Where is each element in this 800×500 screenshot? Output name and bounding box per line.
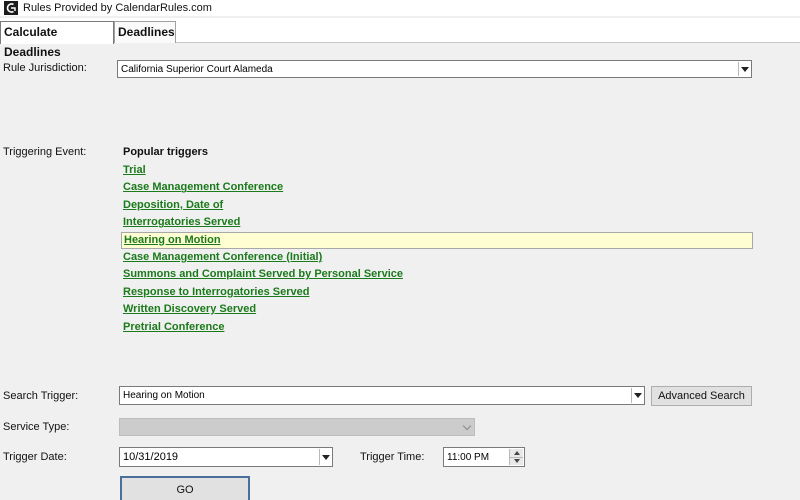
trigger-date-label: Trigger Date:	[3, 451, 67, 463]
jurisdiction-dropdown-arrow[interactable]	[738, 62, 750, 76]
service-type-select[interactable]	[119, 418, 475, 436]
triggering-event-label: Triggering Event:	[3, 146, 87, 158]
trigger-link-response-to-interrogatories[interactable]: Response to Interrogatories Served	[121, 284, 753, 301]
time-spinner	[509, 449, 523, 465]
title-bar: Rules Provided by CalendarRules.com	[0, 0, 800, 16]
time-up-button[interactable]	[510, 449, 523, 457]
calendarrules-logo-icon	[4, 1, 18, 15]
trigger-link-deposition[interactable]: Deposition, Date of	[121, 197, 753, 214]
chevron-down-icon	[462, 421, 472, 430]
arrow-down-icon	[513, 459, 520, 464]
search-trigger-value: Hearing on Motion	[123, 390, 205, 401]
rule-jurisdiction-value: California Superior Court Alameda	[121, 64, 273, 75]
chevron-down-icon	[321, 454, 330, 460]
trigger-link-summons-personal-service[interactable]: Summons and Complaint Served by Personal…	[121, 266, 753, 283]
advanced-search-button[interactable]: Advanced Search	[651, 386, 752, 406]
trigger-link-written-discovery-served[interactable]: Written Discovery Served	[121, 301, 753, 318]
search-trigger-dropdown-arrow[interactable]	[631, 388, 643, 403]
service-type-dropdown-arrow[interactable]	[461, 420, 473, 434]
popular-triggers-heading: Popular triggers	[123, 146, 208, 158]
trigger-link-case-management-conference[interactable]: Case Management Conference	[121, 179, 753, 196]
trigger-date-value: 10/31/2019	[123, 451, 179, 463]
trigger-link-pretrial-conference[interactable]: Pretrial Conference	[121, 319, 753, 336]
chevron-down-icon	[633, 393, 642, 398]
trigger-link-cmc-initial[interactable]: Case Management Conference (Initial)	[121, 249, 753, 266]
arrow-up-icon	[513, 450, 520, 455]
trigger-link-trial[interactable]: Trial	[121, 162, 753, 179]
search-trigger-combo[interactable]: Hearing on Motion	[119, 386, 645, 405]
tab-calculate-deadlines[interactable]: Calculate Deadlines	[0, 21, 114, 59]
service-type-label: Service Type:	[3, 421, 70, 433]
rule-jurisdiction-select[interactable]: California Superior Court Alameda	[117, 60, 752, 78]
window-title: Rules Provided by CalendarRules.com	[23, 2, 212, 14]
go-button[interactable]: GO	[120, 476, 250, 500]
rule-jurisdiction-label: Rule Jurisdiction:	[3, 62, 87, 74]
trigger-list: Trial Case Management Conference Deposit…	[121, 162, 753, 336]
trigger-time-label: Trigger Time:	[360, 451, 425, 463]
trigger-link-hearing-on-motion[interactable]: Hearing on Motion	[121, 231, 753, 249]
trigger-time-input[interactable]: 11:00 PM	[443, 447, 525, 467]
trigger-link-interrogatories-served[interactable]: Interrogatories Served	[121, 214, 753, 231]
trigger-time-value: 11:00 PM	[447, 452, 490, 463]
tab-deadlines[interactable]: Deadlines	[114, 21, 176, 43]
search-trigger-label: Search Trigger:	[3, 390, 79, 402]
chevron-down-icon	[740, 66, 749, 72]
date-dropdown-arrow[interactable]	[319, 449, 331, 465]
time-down-button[interactable]	[510, 456, 523, 465]
tab-strip: Calculate Deadlines Deadlines	[0, 18, 800, 59]
trigger-date-picker[interactable]: 10/31/2019	[119, 447, 333, 467]
